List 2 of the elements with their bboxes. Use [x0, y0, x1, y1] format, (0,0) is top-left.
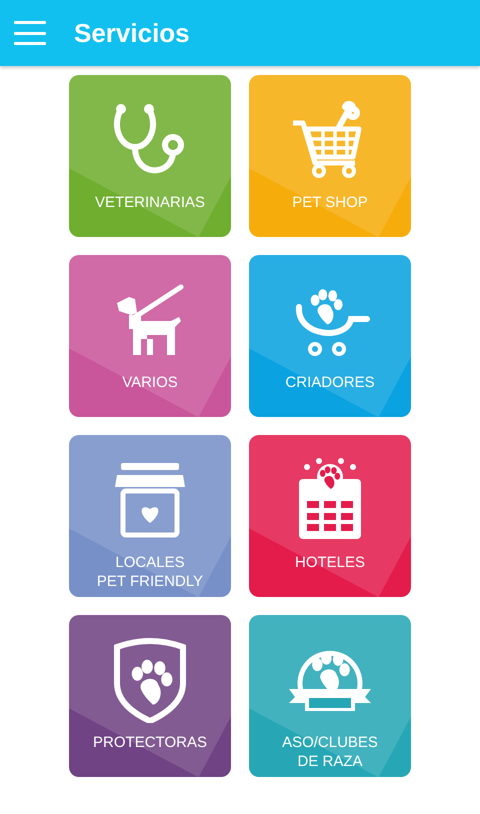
app-bar-title: Servicios	[74, 18, 190, 48]
menu-button[interactable]	[14, 21, 46, 45]
